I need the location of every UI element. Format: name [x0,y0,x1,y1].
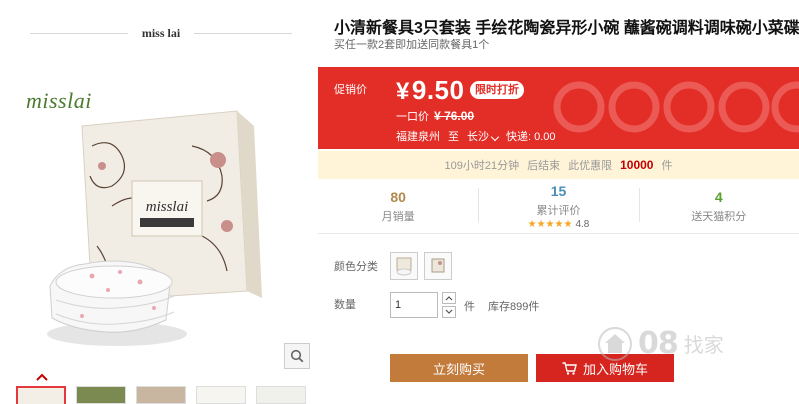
ship-city-select[interactable]: 长沙 [467,128,500,144]
stat-value: 15 [550,183,567,199]
search-icon [290,349,304,363]
currency-symbol: ¥ [396,78,410,105]
countdown-ends: 后结束 [527,160,561,172]
color-option-label: 颜色分类 [334,261,378,273]
rating: ★★★★★ 4.8 [528,219,590,230]
brand-script-logo: misslai [26,88,92,113]
stat-label: 累计评价 [536,205,581,217]
chevron-up-icon[interactable] [36,372,48,382]
site-watermark: 08 找家 [598,326,724,361]
watermark-cn: 找家 [683,335,724,357]
product-subtitle: 买任一款2套即加送同款餐具1个 [334,39,490,51]
rating-score: 4.8 [575,219,590,230]
divider [30,32,128,34]
decorative-circles [553,81,799,133]
thumbnail-strip [16,386,316,404]
zoom-button[interactable] [284,343,310,369]
price-amount: 9.50 [411,75,465,105]
delivery-fee: 快递: 0.00 [506,131,556,143]
stock-count: 库存899件 [488,301,540,313]
limit-prefix: 此优惠限 [568,160,613,172]
stat-points: 4 送天猫积分 [638,180,799,233]
watermark-text: 08 [638,326,679,361]
thumbnail[interactable] [16,386,66,404]
shipping-info: 福建泉州 至 长沙 快递: 0.00 [396,128,556,144]
chevron-down-icon [445,309,453,314]
promo-price-label: 促销价 [334,84,367,96]
stat-value: 4 [714,189,723,205]
buy-now-button[interactable]: 立刻购买 [390,354,528,382]
ship-from: 福建泉州 [396,131,440,143]
limit-unit: 件 [661,160,673,172]
star-icon: ★★★★★ [527,219,573,230]
stat-value: 80 [390,189,406,205]
cart-icon [562,361,577,375]
promo-price: ¥9.50 [396,75,464,106]
countdown-bar: 109小时21分钟 后结束 此优惠限 10000 件 [318,151,799,179]
original-price: 一口价 ¥ 76.00 [396,108,474,124]
quantity-input[interactable]: 1 [390,292,438,318]
swatch-image [396,257,412,276]
stat-label: 月销量 [381,211,415,223]
stats-row: 80 月销量 15 累计评价 ★★★★★ 4.8 4 送天猫积分 [318,180,799,234]
product-gallery: miss lai misslai misslai [0,0,318,404]
original-price-value: ¥ 76.00 [434,109,475,123]
chevron-up-icon [445,296,453,301]
limited-discount-badge: 限时打折 [470,81,524,99]
quantity-unit: 件 [464,301,475,313]
svg-text:misslai: misslai [146,199,189,215]
thumbnail[interactable] [76,386,126,404]
brand-header: miss lai [30,22,292,44]
thumbnail[interactable] [196,386,246,404]
color-swatch[interactable] [390,252,418,280]
product-title: 小清新餐具3只套装 手绘花陶瓷异形小碗 蘸酱碗调料调味碗小菜碟 [334,20,799,37]
add-to-cart-label: 加入购物车 [582,361,648,377]
quantity-increase-button[interactable] [442,292,456,304]
chevron-down-icon [490,132,500,142]
brand-name[interactable]: miss lai [128,26,194,41]
product-detail: 小清新餐具3只套装 手绘花陶瓷异形小碗 蘸酱碗调料调味碗小菜碟 买任一款2套即加… [318,0,799,404]
product-image[interactable]: misslai [22,86,302,348]
thumbnail[interactable] [136,386,186,404]
countdown-time: 109小时21分钟 [444,160,520,172]
divider [194,32,292,34]
thumbnail[interactable] [256,386,306,404]
price-panel: 促销价 ¥9.50 限时打折 一口价 ¥ 76.00 福建泉州 至 长沙 快递:… [318,67,799,149]
ship-to-word: 至 [448,131,459,143]
limit-value: 10000 [620,158,654,172]
stat-reviews[interactable]: 15 累计评价 ★★★★★ 4.8 [478,180,638,233]
swatch-image [431,258,445,273]
color-swatches [390,252,452,280]
stat-monthly-sales: 80 月销量 [318,180,478,233]
quantity-label: 数量 [334,299,356,311]
home-logo-icon [598,326,632,361]
original-price-label: 一口价 [396,111,429,123]
quantity-decrease-button[interactable] [442,306,456,318]
color-swatch[interactable] [424,252,452,280]
stat-label: 送天猫积分 [691,211,747,223]
